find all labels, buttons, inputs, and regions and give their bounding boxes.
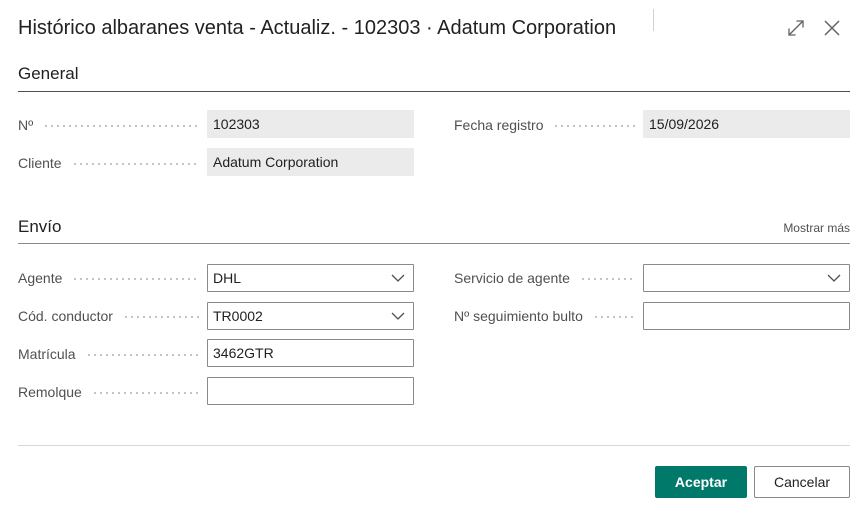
posting-date-value: 15/09/2026 <box>643 110 850 138</box>
label-customer: Cliente <box>18 153 200 173</box>
label-agent: Agente <box>18 268 200 288</box>
license-plate-input[interactable]: 3462GTR <box>207 339 414 367</box>
ok-button[interactable]: Aceptar <box>655 466 747 498</box>
chevron-down-icon <box>827 274 841 282</box>
driver-code-dropdown[interactable]: TR0002 <box>207 302 414 330</box>
no-value: 102303 <box>207 110 414 138</box>
agent-dropdown[interactable]: DHL <box>207 264 414 292</box>
expand-icon <box>788 20 804 36</box>
agent-value: DHL <box>213 270 242 286</box>
expand-button[interactable] <box>784 16 808 40</box>
label-driver-code: Cód. conductor <box>18 306 200 326</box>
label-agent-service: Servicio de agente <box>454 268 636 288</box>
title-separator <box>653 9 654 31</box>
tracking-no-input[interactable] <box>643 302 850 330</box>
section-title-shipping: Envío <box>18 217 62 236</box>
label-posting-date: Fecha registro <box>454 115 636 135</box>
label-license-plate: Matrícula <box>18 344 200 364</box>
section-title-general: General <box>18 64 79 83</box>
driver-code-value: TR0002 <box>213 308 263 324</box>
show-more-link[interactable]: Mostrar más <box>783 221 850 235</box>
close-button[interactable] <box>820 16 844 40</box>
dialog-title: Histórico albaranes venta - Actualiz. - … <box>18 17 617 39</box>
footer-divider <box>18 445 850 446</box>
section-divider-shipping <box>18 243 850 244</box>
customer-value: Adatum Corporation <box>207 148 414 176</box>
agent-service-dropdown[interactable] <box>643 264 850 292</box>
close-icon <box>824 20 840 36</box>
cancel-button[interactable]: Cancelar <box>754 466 850 498</box>
label-no: Nº <box>18 115 200 135</box>
label-tracking-no: Nº seguimiento bulto <box>454 306 636 326</box>
label-trailer: Remolque <box>18 382 200 402</box>
license-plate-value: 3462GTR <box>213 345 274 361</box>
section-divider-general <box>18 91 850 92</box>
chevron-down-icon <box>391 312 405 320</box>
trailer-input[interactable] <box>207 377 414 405</box>
chevron-down-icon <box>391 274 405 282</box>
